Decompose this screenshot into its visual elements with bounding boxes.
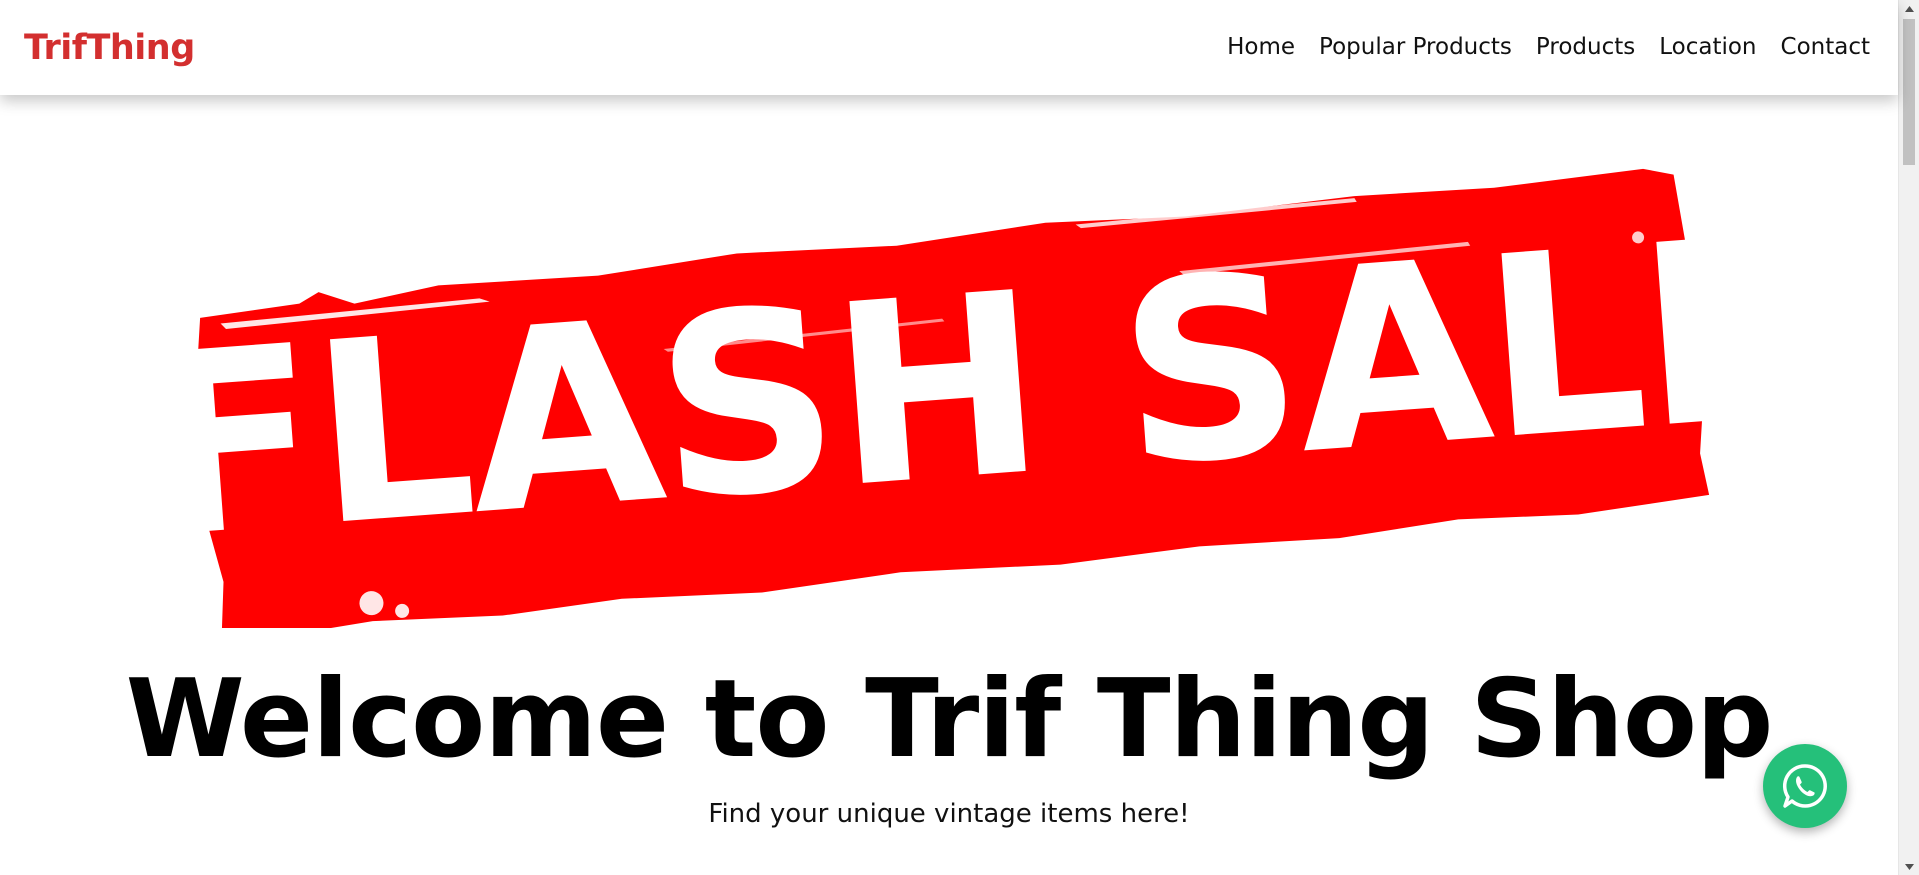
nav-link-contact[interactable]: Contact (1781, 30, 1870, 64)
navbar: TrifThing Home Popular Products Products… (0, 0, 1898, 95)
whatsapp-icon (1782, 764, 1827, 808)
nav-link-popular-products[interactable]: Popular Products (1319, 30, 1512, 64)
flash-sale-text: FLASH SALE (188, 182, 1718, 594)
scroll-down-arrow-icon[interactable] (1899, 858, 1919, 875)
vertical-scrollbar[interactable] (1898, 0, 1919, 875)
nav-links: Home Popular Products Products Location … (1227, 30, 1870, 64)
brand-logo-link[interactable]: TrifThing (24, 26, 195, 70)
whatsapp-button[interactable] (1763, 744, 1847, 828)
scroll-up-arrow-icon[interactable] (1899, 0, 1919, 17)
browser-viewport: TrifThing Home Popular Products Products… (0, 0, 1919, 875)
scrollbar-thumb[interactable] (1903, 19, 1915, 165)
flash-sale-banner-image: FLASH SALE (188, 168, 1718, 628)
page: TrifThing Home Popular Products Products… (0, 0, 1898, 875)
nav-link-location[interactable]: Location (1659, 30, 1756, 64)
hero-title: Welcome to Trif Thing Shop (125, 657, 1774, 782)
nav-link-home[interactable]: Home (1227, 30, 1295, 64)
flash-sale-graphic: FLASH SALE (188, 168, 1718, 628)
nav-link-products[interactable]: Products (1536, 30, 1635, 64)
hero-subtitle: Find your unique vintage items here! (708, 799, 1190, 829)
